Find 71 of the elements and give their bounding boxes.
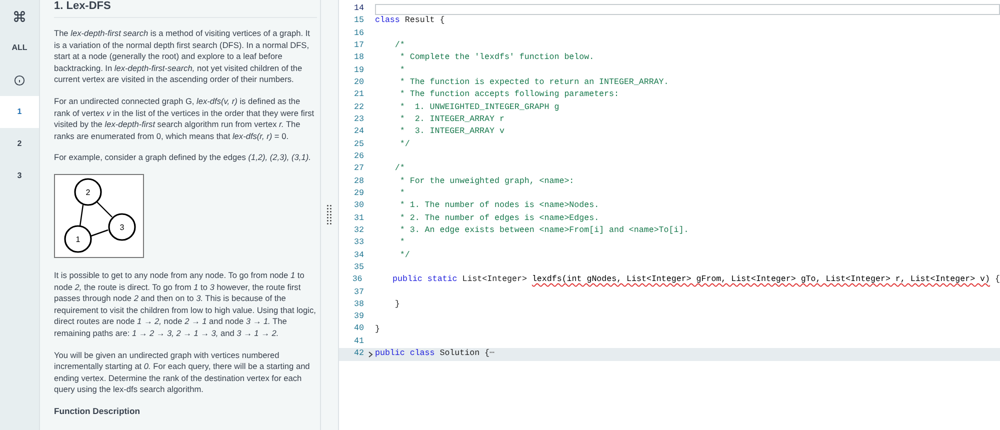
code-line: class Result { bbox=[375, 15, 446, 28]
rail-tab[interactable]: 2 bbox=[0, 128, 39, 160]
line-number: 42 bbox=[353, 348, 365, 360]
rail-tab[interactable]: 3 bbox=[0, 160, 39, 192]
code-line: * 1. The number of nodes is <name>Nodes. bbox=[398, 200, 600, 212]
line-number: 32 bbox=[353, 224, 365, 237]
code-line: * bbox=[398, 237, 406, 250]
line-number: 34 bbox=[353, 250, 365, 262]
line-number: 40 bbox=[353, 323, 365, 336]
graph-node: 1 bbox=[64, 225, 92, 253]
description-paragraph: For an undirected connected graph G, lex-dfs(v, r) is defined as the rank of vertex v in the list of the vertices in the order that they were first visited by the lex-depth-first search algorithm run from vertex r. The ranks are enumerated from 0, which means that lex-dfs(r, r) = 0. bbox=[54, 96, 316, 142]
line-number: 20 bbox=[353, 76, 365, 89]
code-line: */ bbox=[398, 250, 411, 262]
code-line: } bbox=[394, 299, 401, 312]
line-number: 41 bbox=[353, 336, 365, 348]
code-line: /* bbox=[394, 40, 406, 52]
line-number: 28 bbox=[353, 176, 365, 188]
code-line: * 3. An edge exists between <name>From[i] and <name>To[i]. bbox=[398, 225, 690, 238]
line-number: 35 bbox=[353, 262, 365, 274]
code-line: public static List<Integer> lexdfs(int gNodes, List<Integer> gFrom, List<Integer> gTo, List<Integer> r, List<Integer> v) { bbox=[392, 274, 1000, 286]
section-heading: Function Description bbox=[54, 406, 141, 416]
code-line: /* bbox=[394, 163, 406, 176]
code-line: * The function accepts following parameters: bbox=[398, 89, 620, 102]
line-number: 18 bbox=[353, 52, 365, 64]
graph-node: 2 bbox=[74, 178, 102, 206]
description-paragraph: You will be given an undirected graph with vertices numbered incrementally starting at 0. For each query, there will be a starting and ending vertex. Determine the rank of the destination vertex for each query using the lex-dfs search algorithm. bbox=[54, 350, 311, 396]
line-number: 36 bbox=[351, 274, 364, 286]
line-number: 16 bbox=[353, 28, 365, 40]
code-line: * 2. INTEGER_ARRAY r bbox=[398, 114, 506, 126]
line-number: 24 bbox=[353, 126, 365, 138]
code-line: * 3. INTEGER_ARRAY v bbox=[398, 126, 506, 138]
command-icon bbox=[13, 10, 26, 22]
line-number: 17 bbox=[353, 40, 365, 52]
code-line: * The function is expected to return an INTEGER_ARRAY. bbox=[398, 77, 670, 90]
line-number: 26 bbox=[353, 150, 365, 163]
description-paragraph: The lex-depth-first search is a method of visiting vertices of a graph. It is a variation of the normal depth first search (DFS). In a normal DFS, start at a node (generally the root) and explore to a leaf before backtracking. In lex-depth-first-search, not yet visited children of the current vertex are visited in the ascending order of their numbers. bbox=[54, 28, 311, 86]
code-line: * For the unweighted graph, <name>: bbox=[398, 176, 576, 188]
line-number: 39 bbox=[353, 311, 365, 324]
code-line: } bbox=[375, 324, 381, 336]
line-number: 31 bbox=[353, 212, 365, 225]
description-paragraph: For example, consider a graph defined by the edges (1,2), (2,3), (3,1). bbox=[54, 152, 312, 164]
problem-title: 1. Lex-DFS bbox=[54, 0, 317, 18]
line-number: 37 bbox=[353, 286, 365, 298]
graph-edges bbox=[79, 202, 112, 236]
line-number: 15 bbox=[353, 15, 365, 28]
line-number: 29 bbox=[353, 188, 365, 200]
line-number: 25 bbox=[353, 138, 365, 151]
code-line: * bbox=[398, 64, 406, 77]
code-line: */ bbox=[398, 138, 411, 151]
line-number: 22 bbox=[353, 102, 365, 114]
rail-tab[interactable]: ALL bbox=[0, 32, 39, 64]
code-line: * 1. UNWEIGHTED_INTEGER_GRAPH g bbox=[398, 102, 560, 114]
resize-handle[interactable] bbox=[327, 205, 332, 225]
code-line: public class Solution {⋯ bbox=[375, 348, 496, 360]
code-line: * bbox=[398, 188, 406, 200]
code-line: * Complete the 'lexdfs' function below. bbox=[398, 52, 596, 64]
line-number: 19 bbox=[353, 64, 365, 77]
fold-marker[interactable]: ⋯ bbox=[490, 349, 495, 358]
line-number: 33 bbox=[353, 237, 365, 250]
line-number: 21 bbox=[353, 89, 365, 102]
chevron-right-icon[interactable] bbox=[368, 350, 372, 358]
code-line: * 2. The number of edges is <name>Edges. bbox=[398, 212, 600, 225]
line-number: 30 bbox=[353, 200, 365, 212]
description-paragraph: It is possible to get to any node from any node. To go from node 1 to node 2, the route is direct. To go from 1 to 3 however, the route first passes through node 2 and then on to 3. This is because of the requirement to visit the children from low to high value. Using that logic, direct routes are node 1 → 2, node 2 → 1 and node 3 → 1. The remaining paths are: 1 → 2 → 3, 2 → 1 → 3, and 3 → 1 → 2. bbox=[54, 270, 317, 340]
info-icon bbox=[14, 74, 25, 86]
graph-node: 3 bbox=[108, 213, 136, 241]
line-number: 23 bbox=[353, 114, 365, 126]
line-number: 38 bbox=[353, 298, 365, 311]
line-number: 27 bbox=[353, 163, 365, 176]
line-number: 14 bbox=[353, 2, 365, 15]
rail-tab[interactable]: 1 bbox=[0, 96, 39, 128]
